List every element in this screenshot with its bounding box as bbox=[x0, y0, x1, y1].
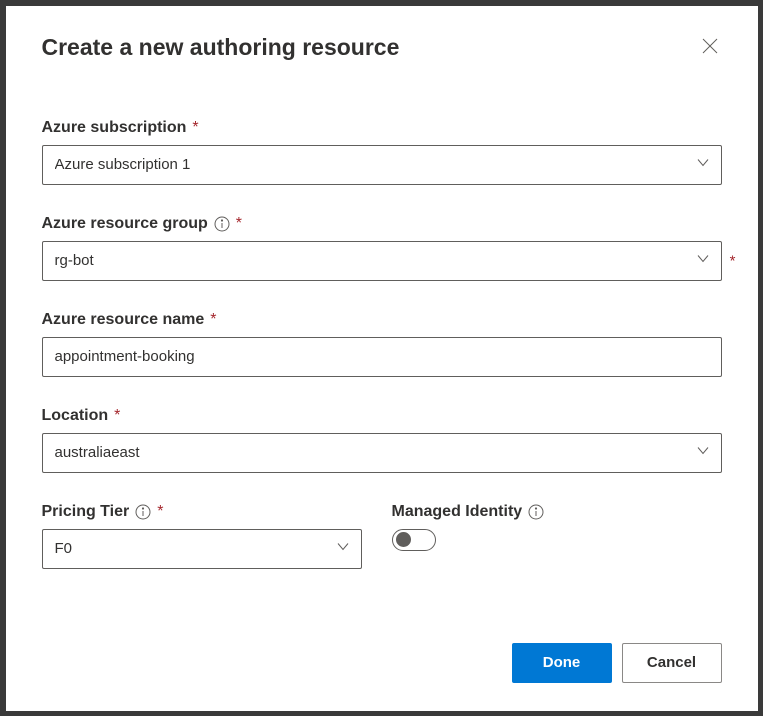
resource-group-label-text: Azure resource group bbox=[42, 215, 208, 233]
close-icon bbox=[702, 38, 718, 57]
resource-group-select[interactable] bbox=[42, 241, 722, 281]
location-select-wrapper bbox=[42, 433, 722, 473]
managed-identity-label: Managed Identity bbox=[392, 503, 722, 521]
required-indicator: * bbox=[210, 311, 216, 329]
managed-identity-label-text: Managed Identity bbox=[392, 503, 523, 521]
subscription-label: Azure subscription * bbox=[42, 119, 722, 137]
dialog-header: Create a new authoring resource bbox=[42, 34, 722, 61]
required-indicator: * bbox=[236, 215, 242, 233]
pricing-tier-select[interactable] bbox=[42, 529, 362, 569]
info-icon[interactable] bbox=[528, 504, 544, 520]
resource-group-label: Azure resource group * bbox=[42, 215, 722, 233]
create-authoring-resource-dialog: Create a new authoring resource Azure su… bbox=[6, 6, 758, 711]
resource-name-label: Azure resource name * bbox=[42, 311, 722, 329]
close-button[interactable] bbox=[698, 34, 722, 61]
info-icon[interactable] bbox=[135, 504, 151, 520]
managed-identity-field-group: Managed Identity bbox=[392, 503, 722, 569]
subscription-label-text: Azure subscription bbox=[42, 119, 187, 137]
managed-identity-toggle[interactable] bbox=[392, 529, 436, 551]
cancel-button[interactable]: Cancel bbox=[622, 643, 722, 683]
subscription-field-group: Azure subscription * bbox=[42, 119, 722, 185]
location-label-text: Location bbox=[42, 407, 109, 425]
info-icon[interactable] bbox=[214, 216, 230, 232]
resource-name-field-group: Azure resource name * bbox=[42, 311, 722, 377]
resource-name-input[interactable] bbox=[42, 337, 722, 377]
location-field-group: Location * bbox=[42, 407, 722, 473]
subscription-select-wrapper bbox=[42, 145, 722, 185]
subscription-select[interactable] bbox=[42, 145, 722, 185]
pricing-tier-label-text: Pricing Tier bbox=[42, 503, 130, 521]
dialog-title: Create a new authoring resource bbox=[42, 34, 400, 61]
done-button[interactable]: Done bbox=[512, 643, 612, 683]
required-indicator: * bbox=[114, 407, 120, 425]
required-indicator: * bbox=[192, 119, 198, 137]
required-indicator: * bbox=[157, 503, 163, 521]
resource-group-select-wrapper: * bbox=[42, 241, 722, 281]
managed-identity-toggle-wrapper bbox=[392, 529, 722, 556]
pricing-tier-field-group: Pricing Tier * bbox=[42, 503, 362, 569]
resource-group-field-group: Azure resource group * * bbox=[42, 215, 722, 281]
pricing-tier-select-wrapper bbox=[42, 529, 362, 569]
required-indicator: * bbox=[730, 252, 736, 269]
dialog-footer: Done Cancel bbox=[512, 643, 722, 683]
resource-name-label-text: Azure resource name bbox=[42, 311, 205, 329]
location-label: Location * bbox=[42, 407, 722, 425]
location-select[interactable] bbox=[42, 433, 722, 473]
bottom-row: Pricing Tier * bbox=[42, 503, 722, 599]
pricing-tier-label: Pricing Tier * bbox=[42, 503, 362, 521]
